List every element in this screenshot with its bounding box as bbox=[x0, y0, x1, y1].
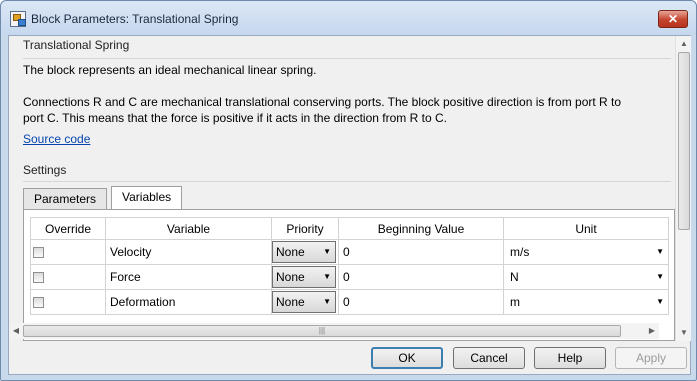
chevron-down-icon: ▼ bbox=[323, 272, 331, 281]
override-checkbox[interactable] bbox=[33, 297, 44, 309]
override-cell bbox=[30, 289, 106, 315]
block-group-title: Translational Spring bbox=[23, 38, 130, 52]
table-row: Velocity None ▼ 0 m/s ▼ bbox=[30, 239, 669, 265]
beginning-value-field[interactable]: 0 bbox=[338, 239, 504, 265]
vertical-scrollbar[interactable]: ▲ ▼ bbox=[675, 36, 691, 341]
override-cell bbox=[30, 264, 106, 290]
dialog-window: Block Parameters: Translational Spring ✕… bbox=[0, 0, 697, 381]
table-header-row: Override Variable Priority Beginning Val… bbox=[30, 217, 669, 240]
apply-button[interactable]: Apply bbox=[615, 347, 687, 369]
priority-value: None bbox=[276, 270, 305, 284]
column-header-variable: Variable bbox=[105, 217, 272, 240]
help-button[interactable]: Help bbox=[534, 347, 606, 369]
scroll-left-icon[interactable]: ◀ bbox=[9, 323, 23, 339]
priority-value: None bbox=[276, 245, 305, 259]
chevron-down-icon: ▼ bbox=[323, 297, 331, 306]
scroll-up-icon[interactable]: ▲ bbox=[676, 36, 692, 52]
column-header-unit: Unit bbox=[503, 217, 669, 240]
variable-name: Velocity bbox=[105, 239, 272, 265]
unit-cell: m ▼ bbox=[503, 289, 669, 315]
ok-button[interactable]: OK bbox=[371, 347, 443, 369]
priority-cell: None ▼ bbox=[271, 239, 339, 265]
override-checkbox[interactable] bbox=[33, 272, 44, 284]
cancel-button[interactable]: Cancel bbox=[453, 347, 525, 369]
priority-cell: None ▼ bbox=[271, 289, 339, 315]
tab-variables[interactable]: Variables bbox=[111, 186, 183, 210]
divider bbox=[23, 181, 671, 182]
unit-value: m bbox=[510, 294, 520, 309]
priority-dropdown[interactable]: None ▼ bbox=[272, 241, 336, 263]
variables-panel: Override Variable Priority Beginning Val… bbox=[23, 209, 675, 341]
settings-group-title: Settings bbox=[23, 163, 67, 177]
chevron-down-icon: ▼ bbox=[656, 296, 664, 306]
window-title: Block Parameters: Translational Spring bbox=[31, 12, 239, 26]
title-bar[interactable]: Block Parameters: Translational Spring ✕ bbox=[1, 1, 696, 35]
priority-cell: None ▼ bbox=[271, 264, 339, 290]
unit-cell: m/s ▼ bbox=[503, 239, 669, 265]
unit-value: m/s bbox=[510, 244, 530, 259]
horizontal-scrollbar[interactable]: ◀ ||| ▶ bbox=[9, 323, 659, 339]
priority-dropdown[interactable]: None ▼ bbox=[272, 291, 336, 313]
unit-dropdown[interactable]: m/s ▼ bbox=[504, 241, 668, 264]
beginning-value-field[interactable]: 0 bbox=[338, 289, 504, 315]
override-checkbox[interactable] bbox=[33, 247, 44, 259]
scroll-down-icon[interactable]: ▼ bbox=[676, 325, 692, 341]
tab-parameters[interactable]: Parameters bbox=[23, 188, 108, 210]
override-cell bbox=[30, 239, 106, 265]
table-row: Deformation None ▼ 0 m ▼ bbox=[30, 289, 669, 315]
variable-name: Force bbox=[105, 264, 272, 290]
vertical-scroll-thumb[interactable] bbox=[678, 52, 690, 230]
beginning-value-field[interactable]: 0 bbox=[338, 264, 504, 290]
scroll-right-icon[interactable]: ▶ bbox=[645, 323, 659, 339]
column-header-priority: Priority bbox=[271, 217, 339, 240]
variable-name: Deformation bbox=[105, 289, 272, 315]
chevron-down-icon: ▼ bbox=[656, 246, 664, 256]
block-description: The block represents an ideal mechanical… bbox=[23, 63, 317, 77]
dialog-body: Translational Spring The block represent… bbox=[8, 35, 691, 375]
chevron-down-icon: ▼ bbox=[656, 271, 664, 281]
divider bbox=[23, 58, 671, 59]
unit-dropdown[interactable]: m ▼ bbox=[504, 291, 668, 314]
table-row: Force None ▼ 0 N ▼ bbox=[30, 264, 669, 290]
horizontal-scroll-thumb[interactable]: ||| bbox=[23, 325, 621, 337]
scroll-content: Translational Spring The block represent… bbox=[9, 36, 675, 341]
chevron-down-icon: ▼ bbox=[323, 247, 331, 256]
unit-dropdown[interactable]: N ▼ bbox=[504, 266, 668, 289]
priority-value: None bbox=[276, 295, 305, 309]
unit-cell: N ▼ bbox=[503, 264, 669, 290]
column-header-beginning-value: Beginning Value bbox=[338, 217, 504, 240]
column-header-override: Override bbox=[30, 217, 106, 240]
variables-table: Override Variable Priority Beginning Val… bbox=[30, 217, 669, 315]
priority-dropdown[interactable]: None ▼ bbox=[272, 266, 336, 288]
source-code-link[interactable]: Source code bbox=[23, 132, 90, 146]
connection-description-line-2: port C. This means that the force is pos… bbox=[23, 111, 447, 125]
unit-value: N bbox=[510, 269, 519, 284]
close-button[interactable]: ✕ bbox=[658, 10, 688, 28]
block-parameters-icon bbox=[10, 11, 26, 27]
